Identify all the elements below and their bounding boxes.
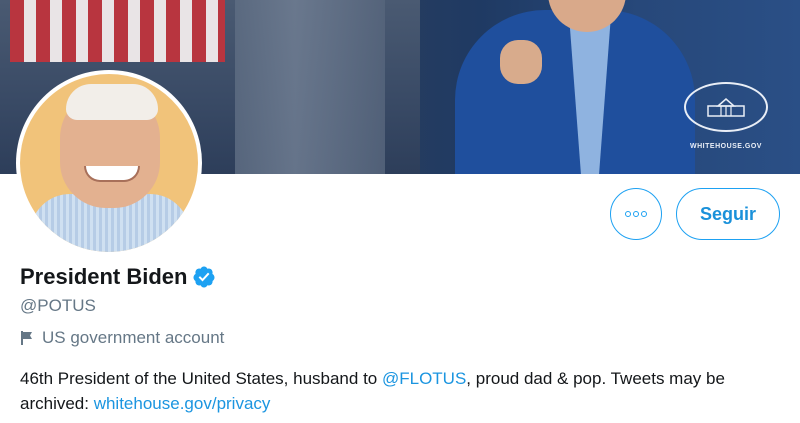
avatar[interactable] bbox=[16, 70, 202, 256]
ellipsis-icon bbox=[633, 211, 639, 217]
profile-handle: @POTUS bbox=[20, 296, 96, 315]
ellipsis-icon bbox=[625, 211, 631, 217]
whitehouse-logo-caption: WHITEHOUSE.GOV bbox=[690, 143, 762, 150]
avatar-image bbox=[20, 74, 198, 252]
account-label: US government account bbox=[20, 328, 224, 348]
mention-link[interactable]: @FLOTUS bbox=[382, 369, 466, 388]
account-label-text: US government account bbox=[42, 328, 225, 347]
avatar-smile bbox=[84, 166, 140, 182]
ellipsis-icon bbox=[641, 211, 647, 217]
bio-text: 46th President of the United States, hus… bbox=[20, 369, 382, 388]
more-options-button[interactable] bbox=[610, 188, 662, 240]
profile-bio: 46th President of the United States, hus… bbox=[20, 366, 780, 416]
profile-name: President Biden bbox=[20, 264, 188, 289]
flag-icon bbox=[21, 331, 32, 345]
verified-badge-icon bbox=[193, 266, 215, 288]
banner-flag bbox=[10, 0, 225, 62]
whitehouse-logo-icon bbox=[684, 82, 768, 132]
follow-button[interactable]: Seguir bbox=[676, 188, 780, 240]
banner-person-fist bbox=[500, 40, 542, 84]
banner-pillar bbox=[235, 0, 385, 174]
avatar-hair bbox=[66, 84, 158, 120]
profile-name-row: President Biden bbox=[20, 264, 216, 290]
privacy-link[interactable]: whitehouse.gov/privacy bbox=[94, 394, 271, 413]
